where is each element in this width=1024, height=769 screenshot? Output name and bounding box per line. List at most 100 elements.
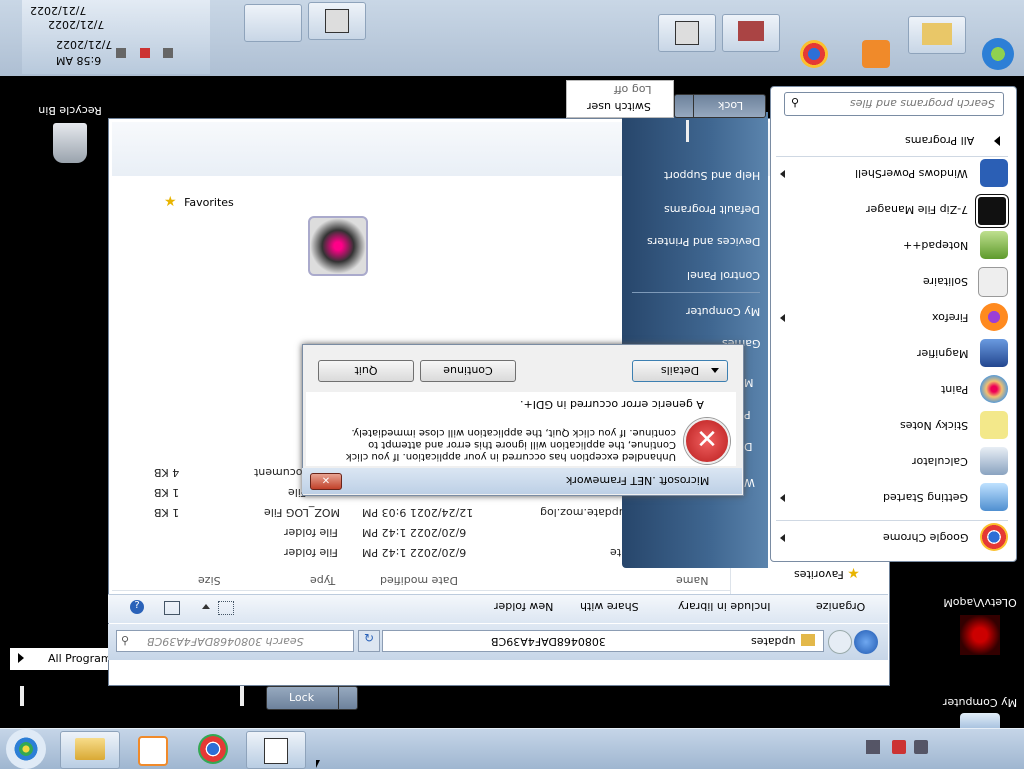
details-button[interactable]: Details	[632, 360, 728, 382]
control-panel-link[interactable]: Control Panel	[630, 262, 760, 288]
nav-favorites[interactable]: Favorites ★	[794, 566, 860, 582]
refresh-icon[interactable]: ↻	[358, 630, 380, 652]
favorites-nav[interactable]: ★ Favorites	[164, 194, 234, 210]
ghost-clock-date-3: 7/21/2022	[30, 4, 87, 17]
user-folder[interactable]: OLetvV\aqoM	[934, 596, 1024, 655]
new-folder-button[interactable]: New folder	[494, 600, 553, 613]
breadcrumb-updates[interactable]: updates	[751, 635, 796, 648]
chevron-right-icon	[18, 653, 24, 663]
ghost-taskbar-button	[244, 4, 302, 42]
header-divider	[112, 590, 730, 591]
taskbar-app-window[interactable]	[246, 731, 306, 769]
row-size: 1 KB	[154, 506, 180, 519]
recycle-bin-label: Recycle Bin	[38, 104, 102, 117]
user-folder-label: OLetvV\aqoM	[943, 596, 1017, 609]
devices-and-printers-link[interactable]: Devices and Printers	[630, 228, 760, 254]
row-date: 6/20/2022 1:42 PM	[362, 526, 467, 539]
search-input[interactable]: Search 3080468DAF4A39CB ⚲	[116, 630, 354, 652]
column-type[interactable]: Type	[310, 574, 335, 587]
switch-user-item[interactable]: Switch user	[587, 100, 651, 113]
start-separator	[776, 156, 1008, 157]
column-name[interactable]: Name	[676, 574, 708, 587]
ghost-tray-icons	[116, 48, 176, 60]
start-button[interactable]	[6, 729, 46, 769]
start-item-solitaire[interactable]: Solitaire	[778, 266, 1010, 298]
lock-button[interactable]: Lock	[674, 94, 766, 118]
chrome-icon	[198, 734, 228, 764]
breadcrumb-folder[interactable]: 3080468DAF4A39CB	[491, 635, 606, 648]
my-computer-link[interactable]: My Computer	[630, 298, 760, 324]
organize-button[interactable]: Organize	[816, 600, 865, 613]
chevron-down-icon	[711, 368, 719, 373]
view-options-icon[interactable]	[218, 601, 234, 615]
recycle-bin[interactable]: Recycle Bin	[24, 104, 116, 163]
caret-icon[interactable]	[202, 604, 210, 609]
arrow-right-icon	[338, 687, 357, 709]
back-button[interactable]	[854, 630, 878, 654]
ghost-clock-time: 6:58 AM	[56, 54, 102, 67]
row-type: File folder	[284, 546, 338, 559]
side-label-w: W	[744, 476, 755, 489]
folder-icon	[75, 738, 105, 760]
column-date-modified[interactable]: Date modified	[380, 574, 458, 587]
dialog-close-button[interactable]: ✕	[310, 473, 342, 490]
column-size[interactable]: Size	[198, 574, 221, 587]
start-item-getting-started[interactable]: Getting Started	[778, 482, 1010, 514]
ghost-lock-button: Lock	[266, 686, 358, 710]
taskbar-chrome[interactable]	[184, 731, 242, 767]
arrow-left-icon	[675, 95, 694, 117]
firefox-icon	[980, 303, 1008, 331]
lock-submenu: Log off Switch user	[566, 80, 674, 118]
ghost-start-orb-icon	[982, 38, 1014, 70]
action-center-icon[interactable]	[892, 740, 906, 754]
forward-button[interactable]	[828, 630, 852, 654]
solitaire-icon	[978, 267, 1008, 297]
start-search-input[interactable]: Search programs and files ⚲	[784, 92, 1004, 116]
paint-icon	[980, 375, 1008, 403]
quit-button[interactable]: Quit	[318, 360, 414, 382]
all-programs-button[interactable]: All Programs	[778, 128, 1010, 154]
ghost-clock-date: 7/21/2022	[56, 38, 113, 51]
network-icon[interactable]	[866, 740, 880, 754]
start-item-firefox[interactable]: Firefox	[778, 302, 1010, 334]
start-item-powershell[interactable]: Windows PowerShell	[778, 158, 1010, 190]
file-thumbnail[interactable]	[308, 216, 368, 276]
ghost-chrome-icon	[800, 40, 828, 68]
start-separator	[776, 520, 1008, 521]
log-off-item[interactable]: Log off	[614, 83, 651, 96]
star-icon: ★	[847, 566, 860, 582]
start-item-magnifier[interactable]: Magnifier	[778, 338, 1010, 370]
ghost-divider	[240, 686, 244, 706]
ghost-taskbar-button-active	[308, 2, 366, 40]
preview-pane-icon[interactable]	[164, 601, 180, 615]
star-icon: ★	[164, 194, 177, 210]
help-icon[interactable]: ?	[130, 600, 144, 614]
address-field[interactable]: updates 3080468DAF4A39CB	[382, 630, 824, 652]
ghost-explorer-button	[908, 16, 966, 54]
continue-button[interactable]: Continue	[420, 360, 516, 382]
row-date: 12/24/2021 9:03 PM	[362, 506, 474, 519]
start-item-calculator[interactable]: Calculator	[778, 446, 1010, 478]
table-row[interactable]: update.moz.log	[540, 506, 626, 519]
taskbar-media-player[interactable]	[124, 731, 182, 767]
start-item-notepadpp[interactable]: Notepad++	[778, 230, 1010, 262]
start-item-sticky-notes[interactable]: Sticky Notes	[778, 410, 1010, 442]
media-player-icon	[138, 736, 168, 766]
start-item-chrome[interactable]: Google Chrome	[778, 522, 1010, 554]
volume-icon[interactable]	[914, 740, 928, 754]
notepad-plus-plus-icon	[980, 231, 1008, 259]
start-item-7zip[interactable]: 7-Zip File Manager	[778, 194, 1010, 227]
favorites-nav-label: Favorites	[184, 196, 234, 209]
help-and-support-link[interactable]: Help and Support	[630, 162, 760, 188]
ghost-clock-date-2: 7/21/2022	[48, 18, 105, 31]
recycle-bin-icon	[53, 123, 87, 163]
chevron-left-icon	[994, 136, 1000, 146]
start-item-paint[interactable]: Paint	[778, 374, 1010, 406]
error-icon: ✕	[684, 418, 730, 464]
share-with-button[interactable]: Share with	[580, 600, 639, 613]
include-in-library-button[interactable]: Include in library	[678, 600, 770, 613]
taskbar-explorer[interactable]	[60, 731, 120, 769]
default-programs-link[interactable]: Default Programs	[630, 196, 760, 222]
row-date: 6/20/2022 1:42 PM	[362, 546, 467, 559]
ghost-taskbar-button	[658, 14, 716, 52]
